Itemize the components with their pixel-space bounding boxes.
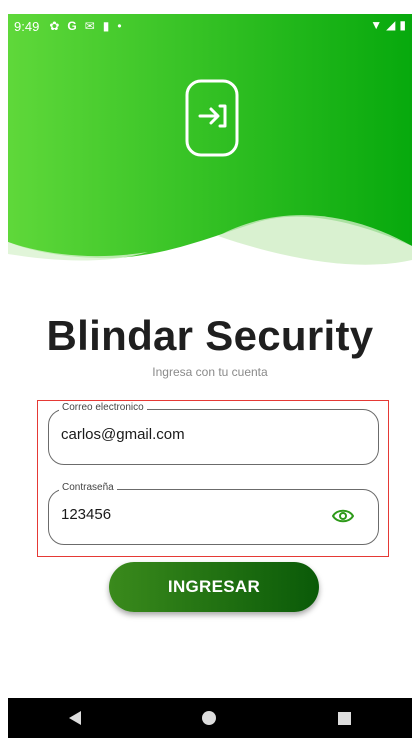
wifi-icon: ▼ <box>370 18 383 32</box>
app-screen: 9:49 ✿ G ✉ ▮ • ▼ ◢ ▮ Blindar Security In… <box>8 14 412 738</box>
status-bar: 9:49 ✿ G ✉ ▮ • ▼ ◢ ▮ <box>8 14 412 38</box>
recent-apps-icon[interactable] <box>338 711 352 725</box>
eye-icon[interactable] <box>332 508 354 524</box>
login-button[interactable]: INGRESAR <box>109 562 319 612</box>
status-right: ▼ ◢ ▮ <box>370 18 406 32</box>
home-icon[interactable] <box>202 711 217 725</box>
email-input[interactable] <box>61 426 331 443</box>
g-icon: G <box>67 19 77 33</box>
login-icon <box>185 79 239 157</box>
dot-icon: • <box>117 19 122 33</box>
gear-icon: ✿ <box>49 19 60 33</box>
password-input[interactable] <box>61 506 331 523</box>
sd-icon: ▮ <box>102 19 110 33</box>
back-icon[interactable] <box>68 711 81 725</box>
app-title: Blindar Security <box>46 312 374 359</box>
gmail-icon: ✉ <box>84 19 95 33</box>
status-time: 9:49 <box>14 18 40 34</box>
password-label: Contraseña <box>59 482 117 493</box>
battery-icon: ▮ <box>399 18 406 32</box>
login-form: Correo electronico Contraseña <box>37 400 389 557</box>
signal-icon: ◢ <box>386 18 396 32</box>
app-subtitle: Ingresa con tu cuenta <box>152 365 268 379</box>
navigation-bar <box>8 698 412 738</box>
email-field[interactable]: Correo electronico <box>48 402 379 465</box>
email-label: Correo electronico <box>59 402 147 413</box>
password-field[interactable]: Contraseña <box>48 482 379 545</box>
